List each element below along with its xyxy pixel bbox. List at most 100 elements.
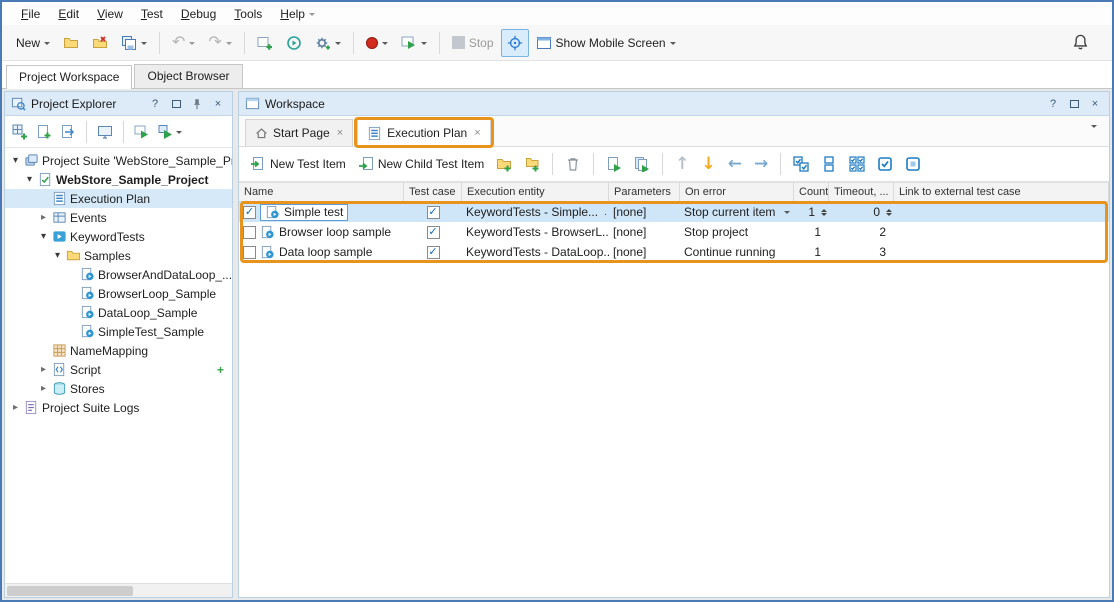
column-header-execution-entity[interactable]: Execution entity [462,183,609,202]
tree-item-namemapping[interactable]: NameMapping [5,341,232,360]
record-web-test-button[interactable] [280,29,308,57]
notifications-button[interactable] [1071,33,1090,52]
menu-view[interactable]: View [88,4,132,24]
options-button[interactable] [309,29,347,57]
test-case-checkbox[interactable] [427,226,440,239]
test-case-checkbox[interactable] [427,246,440,259]
column-header-on-error[interactable]: On error [680,183,794,202]
new-child-test-item-button[interactable]: New Child Test Item [353,150,489,178]
undo-button[interactable]: ↶ [166,29,201,57]
enable-checkbox[interactable] [243,226,256,239]
tree-item-project-suite[interactable]: ▾ Project Suite 'WebStore_Sample_Proje..… [5,151,232,170]
expander-open-icon[interactable]: ▾ [38,232,49,242]
tree-item-dataloop[interactable]: DataLoop_Sample [5,303,232,322]
column-header-parameters[interactable]: Parameters [609,183,680,202]
uncheck-all-items-button[interactable] [816,150,842,178]
column-header-name[interactable]: Name [239,183,404,202]
run-project-button[interactable] [155,121,185,143]
count-cell[interactable]: 1 [794,202,829,222]
disable-selected-items-button[interactable] [900,150,926,178]
stop-button[interactable]: Stop [446,29,500,57]
close-tab-icon[interactable]: × [337,127,343,139]
close-project-button[interactable] [86,29,114,57]
parameters-cell[interactable]: [none] [609,202,680,222]
check-child-items-button[interactable] [844,150,870,178]
name-editor[interactable]: Simple test [260,204,348,221]
new-child-group-button[interactable] [519,150,545,178]
menu-edit[interactable]: Edit [49,4,88,24]
timeout-spinner[interactable] [886,206,892,219]
link-cell[interactable] [894,202,1109,222]
panel-help-button[interactable]: ? [1045,96,1061,112]
tree-item-project[interactable]: ▾ WebStore_Sample_Project [5,170,232,189]
name-cell[interactable]: Simple test [239,202,404,222]
enable-selected-items-button[interactable] [872,150,898,178]
new-item-button[interactable] [33,121,55,143]
enable-checkbox[interactable] [243,206,256,219]
open-button[interactable] [57,29,85,57]
add-new-item-button[interactable] [251,29,279,57]
scrollbar-thumb[interactable] [7,586,133,596]
column-header-timeout[interactable]: Timeout, ... [829,183,894,202]
save-all-button[interactable] [115,29,153,57]
expander-closed-icon[interactable]: ▸ [38,213,49,223]
execution-entity-cell[interactable]: KeywordTests - Simple... ... [462,202,609,222]
parameters-cell[interactable]: [none] [609,222,680,242]
redo-button[interactable]: ↷ [202,29,237,57]
browse-ellipsis-button[interactable]: ... [602,206,609,218]
expander-closed-icon[interactable]: ▸ [38,365,49,375]
table-row[interactable]: Browser loop sample KeywordTests - Brows… [239,222,1109,242]
count-cell[interactable]: 1 [794,222,829,242]
tree-item-events[interactable]: ▸ Events [5,208,232,227]
link-cell[interactable] [894,222,1109,242]
run-button[interactable] [395,29,433,57]
tree-item-keywordtests[interactable]: ▾ KeywordTests [5,227,232,246]
expander-closed-icon[interactable]: ▸ [38,384,49,394]
move-up-button[interactable]: ↑ [670,150,694,178]
tested-applications-button[interactable] [94,121,116,143]
on-error-cell[interactable]: Stop project [680,222,794,242]
new-test-item-button[interactable]: New Test Item [245,150,351,178]
tab-list-dropdown-button[interactable] [1087,124,1101,146]
enable-checkbox[interactable] [243,246,256,259]
horizontal-scrollbar[interactable] [5,583,232,597]
menu-help[interactable]: Help [271,4,324,24]
count-spinner[interactable] [821,206,827,219]
panel-pin-button[interactable] [189,96,205,112]
panel-help-button[interactable]: ? [147,96,163,112]
run-selected-items-button[interactable] [629,150,655,178]
count-cell[interactable]: 1 [794,242,829,262]
tab-start-page[interactable]: Start Page × [245,119,353,146]
tree-item-browseranddataloop[interactable]: BrowserAndDataLoop_... [5,265,232,284]
object-spy-button[interactable] [501,29,529,57]
execution-entity-cell[interactable]: KeywordTests - BrowserL... ... [462,222,609,242]
column-header-count[interactable]: Count [794,183,829,202]
execution-entity-cell[interactable]: KeywordTests - DataLoop... ... [462,242,609,262]
run-focused-item-button[interactable] [601,150,627,178]
tab-execution-plan[interactable]: Execution Plan × [357,119,491,146]
name-cell[interactable]: Data loop sample [239,242,404,262]
chevron-down-icon[interactable] [784,211,790,217]
menu-test[interactable]: Test [132,4,172,24]
move-down-button[interactable]: ↓ [697,150,721,178]
delete-item-button[interactable] [560,150,586,178]
test-case-cell[interactable] [404,202,462,222]
parameters-cell[interactable]: [none] [609,242,680,262]
check-all-items-button[interactable] [788,150,814,178]
tree-item-samples-folder[interactable]: ▾ Samples [5,246,232,265]
link-cell[interactable] [894,242,1109,262]
table-row[interactable]: Simple test KeywordTests - Simple... ...… [239,202,1109,222]
on-error-cell[interactable]: Continue running [680,242,794,262]
test-case-checkbox[interactable] [427,206,440,219]
new-button[interactable]: New [10,29,56,57]
timeout-cell[interactable]: 0 [829,202,894,222]
test-case-cell[interactable] [404,222,462,242]
menu-tools[interactable]: Tools [225,4,271,24]
close-tab-icon[interactable]: × [474,127,480,139]
panel-close-button[interactable]: × [210,96,226,112]
column-header-link[interactable]: Link to external test case [894,183,1109,202]
tree-item-project-suite-logs[interactable]: ▸ Project Suite Logs [5,398,232,417]
panel-close-button[interactable]: × [1087,96,1103,112]
add-new-project-item-button[interactable] [9,121,31,143]
tab-project-workspace[interactable]: Project Workspace [6,65,132,89]
